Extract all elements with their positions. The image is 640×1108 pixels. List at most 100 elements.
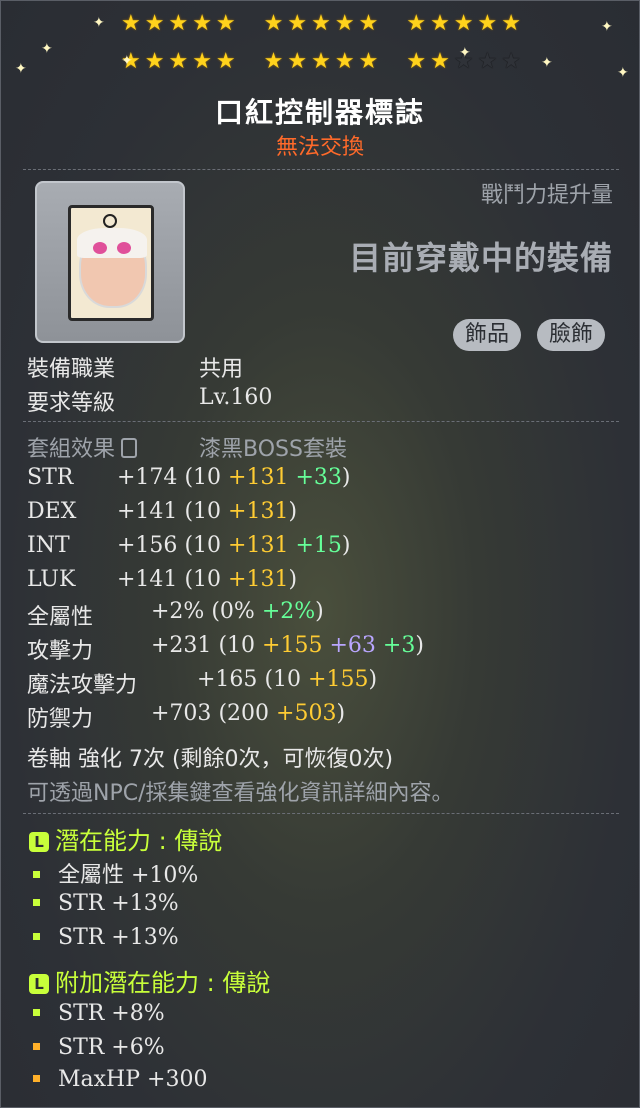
star-icon: ★ (406, 11, 427, 36)
stat-row: 魔法攻擊力 +165 (10 +155) (27, 667, 377, 699)
potential-line: STR +13% (33, 891, 179, 916)
set-label: 套組效果 (27, 437, 116, 462)
divider (23, 421, 619, 422)
star-group: ★ ★ ★ ★ ★ (264, 13, 379, 35)
sparkle-icon: ✦ (459, 45, 471, 61)
scroll-hint: 可透過NPC/採集鍵查看強化資訊詳細內容。 (27, 781, 454, 806)
stat-row: 攻擊力 +231 (10 +155 +63 +3) (27, 633, 424, 665)
star-icon: ★ (477, 11, 498, 36)
stat-row: 全屬性 +2% (0% +2%) (27, 599, 324, 631)
level-row: 要求等級 Lv.160 (27, 385, 272, 417)
bullet-icon (33, 1009, 40, 1016)
bullet-icon (33, 1075, 40, 1082)
bullet-icon (33, 899, 40, 906)
battle-power-label: 戰鬥力提升量 (480, 183, 613, 208)
job-value: 共用 (199, 357, 244, 382)
divider (23, 813, 619, 814)
stat-name: 攻擊力 (27, 639, 94, 664)
item-name: 口紅控制器標誌 (214, 96, 425, 129)
stat-value: +141 (10 +131) (117, 499, 298, 524)
legendary-badge-icon: L (29, 974, 49, 994)
potential-title-text: 潛在能力 : 傳說 (55, 827, 223, 855)
star-icon: ★ (120, 11, 141, 36)
trade-status: 無法交換 (275, 135, 364, 160)
set-value: 漆黑BOSS套裝 (199, 437, 347, 462)
star-icon: ★ (430, 11, 450, 36)
bonus-potential-line: MaxHP +300 (33, 1067, 207, 1092)
sparkle-icon: ✦ (15, 61, 27, 77)
sparkle-icon: ✦ (601, 19, 613, 35)
star-icon: ★ (144, 11, 165, 36)
stat-row: DEX +141 (10 +131) (27, 499, 297, 524)
stat-value: +156 (10 +131 +15) (117, 533, 351, 558)
star-icon: ★ (311, 49, 331, 74)
bullet-icon (33, 871, 40, 878)
star-group: ★ ★ ★ ★ ★ (121, 13, 236, 35)
star-icon: ★ (501, 11, 521, 36)
item-tooltip: ★ ★ ★ ★ ★ ★ ★ ★ ★ ★ ★ ★ ★ ★ ★ ★ ★ ★ ★ ★ ★ ★ ★ ★ ★ ★ ★ ★ ★ ★ ✦ ✦ … (0, 0, 640, 1108)
star-icon: ★ (358, 49, 379, 74)
star-icon: ★ (192, 49, 212, 74)
star-icon: ★ (406, 49, 427, 74)
stat-value: +141 (10 +131) (117, 567, 298, 592)
scroll-line: 卷軸 強化 7次 (剩餘0次，可恢復0次) (27, 747, 394, 772)
level-label: 要求等級 (27, 391, 116, 416)
bullet-icon (33, 933, 40, 940)
star-icon: ★ (168, 11, 189, 36)
stat-name: LUK (27, 567, 76, 592)
star-icon: ★ (334, 49, 355, 74)
star-icon: ★ (144, 49, 165, 74)
stat-row: STR +174 (10 +131 +33) (27, 465, 350, 490)
stat-name: INT (27, 533, 70, 558)
stat-name: STR (27, 465, 74, 490)
stat-row: LUK +141 (10 +131) (27, 567, 297, 592)
star-icon: ★ (430, 49, 450, 74)
bonus-potential-line: STR +6% (33, 1035, 165, 1060)
star-icon: ★ (287, 11, 308, 36)
star-icon: ★ (334, 11, 355, 36)
stat-value: +2% (0% +2%) (151, 599, 324, 624)
stat-value: +231 (10 +155 +63 +3) (151, 633, 424, 658)
star-icon: ★ (263, 49, 284, 74)
star-group: ★ ★ ★ ★ ★ (264, 51, 379, 73)
job-row: 裝備職業 共用 (27, 351, 243, 383)
bonus-potential-title: L 附加潛在能力 : 傳說 (29, 963, 270, 998)
bonus-potential-line: STR +8% (33, 1001, 165, 1026)
stat-row: INT +156 (10 +131 +15) (27, 533, 350, 558)
set-row: 套組效果 漆黑BOSS套裝 (27, 431, 347, 463)
divider (23, 169, 619, 170)
empty-star-icon: ★ (501, 49, 521, 74)
tag-face-accessory: 臉飾 (537, 319, 606, 351)
star-icon: ★ (358, 11, 379, 36)
star-icon: ★ (453, 11, 474, 36)
bullet-icon (33, 1043, 40, 1050)
star-group: ★ ★ ★ ★ ★ (406, 13, 521, 35)
sparkle-icon: ✦ (93, 15, 105, 31)
sparkle-icon: ✦ (541, 55, 553, 71)
stat-value: +174 (10 +131 +33) (117, 465, 351, 490)
potential-line: STR +13% (33, 925, 179, 950)
item-icon-frame (35, 181, 185, 343)
potential-line: 全屬性 +10% (33, 857, 198, 889)
star-icon: ★ (215, 11, 236, 36)
potential-title: L 潛在能力 : 傳說 (29, 821, 222, 856)
star-icon: ★ (168, 49, 189, 74)
sparkle-icon: ✦ (617, 65, 629, 81)
stat-row: 防禦力 +703 (200 +503) (27, 701, 345, 733)
bonus-potential-title-text: 附加潛在能力 : 傳說 (55, 969, 271, 997)
stat-value: +165 (10 +155) (197, 667, 378, 692)
level-value: Lv.160 (199, 385, 273, 410)
stat-name: 防禦力 (27, 707, 94, 732)
equipped-label: 目前穿戴中的裝備 (348, 239, 613, 277)
star-icon: ★ (311, 11, 331, 36)
stat-value: +703 (200 +503) (151, 701, 346, 726)
stat-name: 全屬性 (27, 605, 94, 630)
star-group: ★ ★ ★ ★ ★ (121, 51, 236, 73)
sparkle-icon: ✦ (41, 41, 53, 57)
job-label: 裝備職業 (27, 357, 116, 382)
lock-icon (121, 438, 138, 458)
star-icon: ★ (287, 49, 308, 74)
sparkle-icon: ✦ (121, 53, 133, 69)
star-icon: ★ (192, 11, 212, 36)
lipstick-controller-emblem-icon (68, 205, 154, 321)
